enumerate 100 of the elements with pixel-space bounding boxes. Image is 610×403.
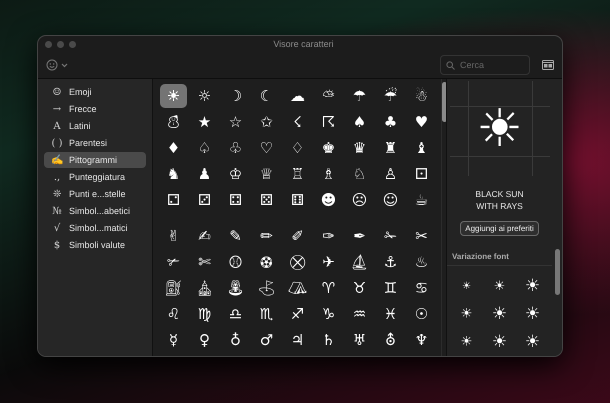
character-cell[interactable]: ♤	[191, 136, 218, 160]
character-cell[interactable]: ⛵	[346, 250, 373, 274]
character-cell[interactable]: ♏	[253, 302, 280, 326]
character-cell[interactable]: ☂	[346, 84, 373, 108]
character-cell[interactable]: ♆	[408, 328, 435, 352]
character-cell[interactable]: ☻	[315, 188, 342, 212]
character-cell[interactable]: ☉	[408, 302, 435, 326]
character-cell[interactable]: ♀	[191, 328, 218, 352]
font-variant-cell[interactable]: ☀	[450, 272, 483, 300]
character-cell[interactable]: ♙	[377, 162, 404, 186]
character-cell[interactable]: ♒	[346, 302, 373, 326]
character-cell[interactable]: ♕	[253, 162, 280, 186]
character-cell[interactable]: ☔	[377, 84, 404, 108]
add-favorites-button[interactable]: Aggiungi ai preferiti	[460, 221, 539, 236]
character-cell[interactable]: ☃	[408, 84, 435, 108]
sidebar-item[interactable]: √ Simbol...matici	[44, 220, 146, 236]
character-cell[interactable]: ⚅	[284, 188, 311, 212]
character-cell[interactable]: ♝	[408, 136, 435, 160]
character-cell[interactable]: ♎	[222, 302, 249, 326]
character-cell[interactable]: ♥	[408, 110, 435, 134]
character-cell[interactable]: ⛄	[160, 110, 187, 134]
character-cell[interactable]: ✄	[191, 250, 218, 274]
character-cell[interactable]: ♛	[346, 136, 373, 160]
font-variant-cell[interactable]: ☀	[483, 300, 516, 328]
character-cell[interactable]: ⛺	[284, 276, 311, 300]
character-cell[interactable]: ♗	[315, 162, 342, 186]
font-variant-cell[interactable]: ☀	[450, 328, 483, 356]
character-cell[interactable]: ♉	[346, 276, 373, 300]
character-cell[interactable]: ♢	[284, 136, 311, 160]
character-cell[interactable]: ♟	[191, 162, 218, 186]
character-cell[interactable]: ♨	[408, 250, 435, 274]
character-cell[interactable]: ✈	[315, 250, 342, 274]
sidebar-item[interactable]: A Latini	[44, 118, 146, 134]
character-cell[interactable]: ♍	[191, 302, 218, 326]
character-cell[interactable]: ♋	[408, 276, 435, 300]
character-cell[interactable]: ⚀	[408, 162, 435, 186]
character-cell[interactable]: ♂	[253, 328, 280, 352]
character-cell[interactable]: ♅	[346, 328, 373, 352]
sidebar-item[interactable]: ✍ Pittogrammi	[44, 152, 146, 168]
character-cell[interactable]: ☼	[191, 84, 218, 108]
character-cell[interactable]: ♓	[377, 302, 404, 326]
character-cell[interactable]: ♜	[377, 136, 404, 160]
character-cell[interactable]: ♘	[346, 162, 373, 186]
character-cell[interactable]: ♑	[315, 302, 342, 326]
character-cell[interactable]: ⛢	[377, 328, 404, 352]
character-cell[interactable]: ✍	[191, 224, 218, 248]
character-cell[interactable]: ✎	[222, 224, 249, 248]
character-cell[interactable]: ✑	[315, 224, 342, 248]
character-cell[interactable]: ⛒	[284, 250, 311, 274]
close-button[interactable]	[45, 40, 52, 48]
character-cell[interactable]: ♊	[377, 276, 404, 300]
character-cell[interactable]: ⚓	[377, 250, 404, 274]
character-cell[interactable]: ⚄	[253, 188, 280, 212]
sidebar-item[interactable]: № Simbol...abetici	[44, 203, 146, 219]
character-cell[interactable]: ✩	[253, 110, 280, 134]
character-cell[interactable]: ♡	[253, 136, 280, 160]
character-cell[interactable]: ☹	[346, 188, 373, 212]
character-cell[interactable]: ☾	[253, 84, 280, 108]
zoom-button[interactable]	[69, 40, 76, 48]
character-cell[interactable]: ✂	[408, 224, 435, 248]
character-cell[interactable]: ⚁	[160, 188, 187, 212]
sidebar-item[interactable]: ❊ Punti e...stelle	[44, 186, 146, 202]
character-cell[interactable]: ✃	[160, 250, 187, 274]
character-cell[interactable]: ⛲	[222, 276, 249, 300]
character-cell[interactable]: ♔	[222, 162, 249, 186]
character-cell[interactable]: ♚	[315, 136, 342, 160]
sidebar-item[interactable]: → Frecce	[44, 101, 146, 117]
sidebar-item[interactable]: ., Punteggiatura	[44, 169, 146, 185]
character-cell[interactable]: ☇	[284, 110, 311, 134]
character-cell[interactable]: ♌	[160, 302, 187, 326]
character-cell[interactable]: ♁	[222, 328, 249, 352]
character-cell[interactable]: ⚃	[222, 188, 249, 212]
character-cell[interactable]: ✏	[253, 224, 280, 248]
character-cell[interactable]: ♃	[284, 328, 311, 352]
character-cell[interactable]: ⚾	[222, 250, 249, 274]
character-cell[interactable]: ⛅	[315, 84, 342, 108]
character-cell[interactable]: ☺	[377, 188, 404, 212]
sidebar-item[interactable]: $ Simboli valute	[44, 237, 146, 253]
character-cell[interactable]: ☕	[408, 188, 435, 212]
character-cell[interactable]: ♣	[377, 110, 404, 134]
sidebar-item[interactable]: ( ) Parentesi	[44, 135, 146, 151]
scrollbar-thumb[interactable]	[442, 82, 446, 122]
character-cell[interactable]: ⛳	[253, 276, 280, 300]
character-cell[interactable]: ♠	[346, 110, 373, 134]
character-cell[interactable]: ☀	[160, 84, 187, 108]
character-cell[interactable]: ♐	[284, 302, 311, 326]
character-cell[interactable]: ☆	[222, 110, 249, 134]
character-cell[interactable]: ♞	[160, 162, 187, 186]
sidebar-item[interactable]: ☺ Emoji	[44, 84, 146, 100]
emoji-menu-icon[interactable]	[46, 59, 70, 71]
character-cell[interactable]: ✌	[160, 224, 187, 248]
font-variant-cell[interactable]: ☀	[483, 272, 516, 300]
font-variant-cell[interactable]: ☀	[516, 272, 549, 300]
search-field[interactable]: Cerca	[440, 55, 530, 75]
character-cell[interactable]: ✐	[284, 224, 311, 248]
character-cell[interactable]: ♧	[222, 136, 249, 160]
character-cell[interactable]: ⚽	[253, 250, 280, 274]
character-cell[interactable]: ☈	[315, 110, 342, 134]
character-cell[interactable]: ⚂	[191, 188, 218, 212]
character-cell[interactable]: ☁	[284, 84, 311, 108]
